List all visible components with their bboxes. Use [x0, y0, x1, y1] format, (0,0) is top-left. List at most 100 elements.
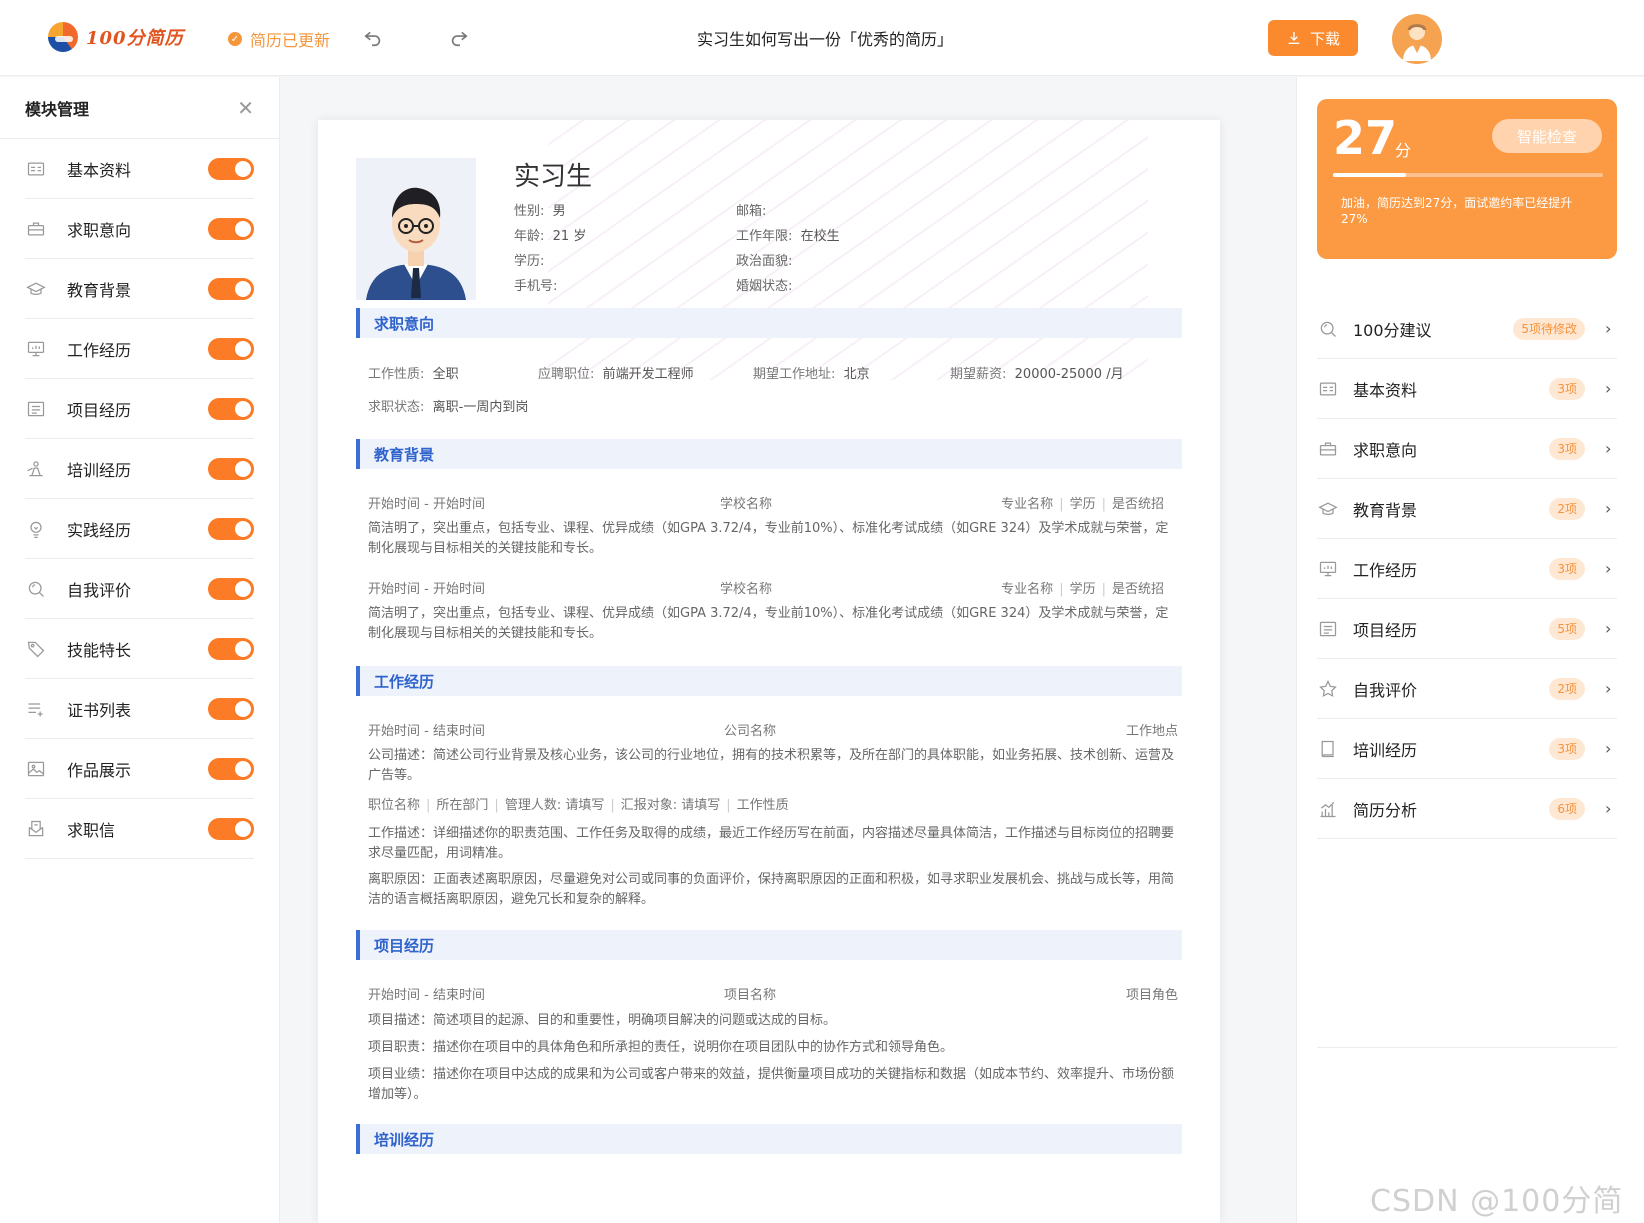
- suggestion-list: 100分建议 5项待修改 › 基本资料 3项 › 求职意向 3项 › 教育背景 2项 › 工作经历 3项 ›…: [1317, 299, 1617, 839]
- sidebar-item-0[interactable]: 基本资料: [25, 139, 254, 199]
- sidebar-item-label: 实践经历: [67, 520, 132, 540]
- sidebar-item-6[interactable]: 实践经历: [25, 499, 254, 559]
- intent-nature: 工作性质: 全职: [368, 363, 459, 382]
- chevron-right-icon: ›: [1605, 439, 1612, 458]
- logo[interactable]: 100分简历: [48, 22, 184, 52]
- module-toggle[interactable]: [208, 337, 254, 360]
- suggestion-badge: 3项: [1549, 437, 1585, 460]
- background-pattern: [548, 120, 1148, 380]
- module-toggle[interactable]: [208, 577, 254, 600]
- smart-check-button[interactable]: 智能检查: [1492, 119, 1602, 153]
- image-icon: [25, 758, 47, 780]
- sidebar-item-1[interactable]: 求职意向: [25, 199, 254, 259]
- work-years-row: 工作年限: 在校生: [736, 225, 840, 244]
- sidebar-item-4[interactable]: 项目经历: [25, 379, 254, 439]
- education-major: 专业名称: [1001, 497, 1054, 512]
- score-progress: [1333, 173, 1603, 177]
- suggestion-item-6[interactable]: 自我评价 2项 ›: [1317, 659, 1617, 719]
- education-degree: 学历: [1069, 497, 1096, 512]
- sidebar-item-label: 自我评价: [67, 580, 132, 600]
- work-years-value: 在校生: [800, 229, 840, 244]
- suggestion-badge: 3项: [1549, 557, 1585, 580]
- logo-text: 100分简历: [86, 28, 184, 49]
- module-toggle[interactable]: [208, 397, 254, 420]
- gender-value: 男: [552, 204, 566, 219]
- download-button[interactable]: 下载: [1268, 20, 1358, 56]
- work-time: 开始时间 - 结束时间: [368, 724, 485, 739]
- module-toggle[interactable]: [208, 277, 254, 300]
- sidebar-item-9[interactable]: 证书列表: [25, 679, 254, 739]
- work-years-label: 工作年限:: [736, 229, 793, 244]
- suggestion-label: 求职意向: [1353, 440, 1418, 460]
- section-title-project[interactable]: 项目经历: [356, 930, 1182, 960]
- education-time: 开始时间 - 开始时间: [368, 582, 485, 597]
- suggestion-item-0[interactable]: 100分建议 5项待修改 ›: [1317, 299, 1617, 359]
- download-label: 下载: [1309, 29, 1340, 48]
- political-label: 政治面貌:: [736, 254, 793, 269]
- suggestion-badge: 3项: [1549, 377, 1585, 400]
- list-icon: [25, 398, 47, 420]
- suggestion-item-3[interactable]: 教育背景 2项 ›: [1317, 479, 1617, 539]
- chevron-right-icon: ›: [1605, 499, 1612, 518]
- resume-name[interactable]: 实习生: [514, 156, 592, 193]
- user-avatar[interactable]: [1392, 14, 1442, 64]
- tag-separator: |: [426, 798, 431, 813]
- project-result: 项目业绩：描述你在项目中达成的成果和为公司或客户带来的效益，提供衡量项目成功的关…: [368, 1067, 1175, 1102]
- module-toggle[interactable]: [208, 217, 254, 240]
- module-toggle[interactable]: [208, 457, 254, 480]
- sidebar-header: 模块管理 ✕: [0, 77, 279, 139]
- sidebar-item-2[interactable]: 教育背景: [25, 259, 254, 319]
- module-toggle[interactable]: [208, 517, 254, 540]
- redo-icon[interactable]: [446, 24, 472, 50]
- education-degree: 学历: [1069, 582, 1096, 597]
- suggestion-item-5[interactable]: 项目经历 5项 ›: [1317, 599, 1617, 659]
- sidebar-item-10[interactable]: 作品展示: [25, 739, 254, 799]
- bar-chart-icon: [1317, 798, 1339, 820]
- project-duty: 项目职责：描述你在项目中的具体角色和所承担的责任，说明你在项目团队中的协作方式和…: [368, 1040, 954, 1055]
- sidebar-item-8[interactable]: 技能特长: [25, 619, 254, 679]
- intent-position: 应聘职位: 前端开发工程师: [538, 363, 694, 382]
- module-toggle[interactable]: [208, 697, 254, 720]
- sidebar-item-label: 证书列表: [67, 700, 132, 720]
- section-title-intent[interactable]: 求职意向: [356, 308, 1182, 338]
- sidebar-item-3[interactable]: 工作经历: [25, 319, 254, 379]
- suggestion-label: 基本资料: [1353, 380, 1418, 400]
- suggestion-item-2[interactable]: 求职意向 3项 ›: [1317, 419, 1617, 479]
- document-title[interactable]: 实习生如何写出一份「优秀的简历」: [660, 26, 990, 50]
- score-card: 27 分 智能检查 加油，简历达到27分，面试邀约率已经提升27%: [1317, 99, 1617, 259]
- section-title-education[interactable]: 教育背景: [356, 439, 1182, 469]
- section-title-training[interactable]: 培训经历: [356, 1124, 1182, 1154]
- sidebar-item-label: 求职信: [67, 820, 116, 840]
- nature-value: 全职: [432, 367, 459, 382]
- age-value: 21 岁: [552, 229, 587, 244]
- salary-value: 20000-25000 /月: [1014, 367, 1124, 382]
- module-toggle[interactable]: [208, 817, 254, 840]
- close-icon[interactable]: ✕: [237, 96, 254, 120]
- suggestion-item-1[interactable]: 基本资料 3项 ›: [1317, 359, 1617, 419]
- education-school: 学校名称: [720, 582, 773, 597]
- briefcase-icon: [25, 218, 47, 240]
- briefcase-icon: [1317, 438, 1339, 460]
- suggestion-item-8[interactable]: 简历分析 6项 ›: [1317, 779, 1617, 839]
- education-meta: 专业名称 | 学历 | 是否统招: [1001, 582, 1164, 597]
- suggestion-label: 简历分析: [1353, 800, 1418, 820]
- sidebar-item-5[interactable]: 培训经历: [25, 439, 254, 499]
- profile-photo[interactable]: [356, 158, 476, 300]
- phone-row: 手机号:: [514, 275, 557, 294]
- sidebar-item-11[interactable]: 求职信: [25, 799, 254, 859]
- module-toggle[interactable]: [208, 637, 254, 660]
- suggestion-item-4[interactable]: 工作经历 3项 ›: [1317, 539, 1617, 599]
- education-time: 开始时间 - 开始时间: [368, 497, 485, 512]
- tag-separator: |: [610, 798, 615, 813]
- score-panel: 27 分 智能检查 加油，简历达到27分，面试邀约率已经提升27% 100分建议…: [1296, 77, 1644, 1223]
- phone-label: 手机号:: [514, 279, 558, 294]
- undo-icon[interactable]: [360, 24, 386, 50]
- section-title-work[interactable]: 工作经历: [356, 666, 1182, 696]
- suggestion-item-7[interactable]: 培训经历 3项 ›: [1317, 719, 1617, 779]
- sidebar-item-7[interactable]: 自我评价: [25, 559, 254, 619]
- suggestion-badge: 6项: [1549, 797, 1585, 820]
- module-sidebar: 模块管理 ✕ 基本资料 求职意向 教育背景 工作经历 项目经历 培训经历实践经历自我评价技…: [0, 77, 280, 1223]
- module-toggle[interactable]: [208, 157, 254, 180]
- gender-label: 性别:: [514, 204, 545, 219]
- module-toggle[interactable]: [208, 757, 254, 780]
